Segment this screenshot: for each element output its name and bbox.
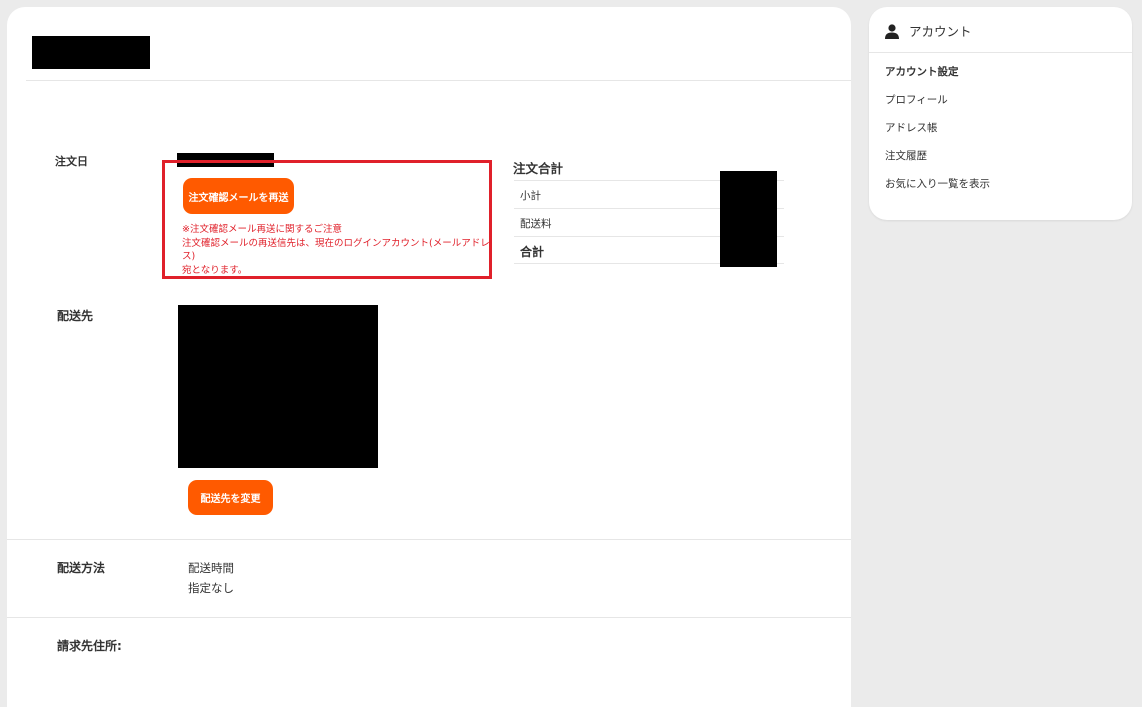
account-sidebar: アカウント アカウント設定 プロフィール アドレス帳 注文履歴 お気に入り一覧を… xyxy=(869,7,1132,220)
order-detail-card: 注文日 注文合計 小計 配送料 合計 配送先 配送先を変更 配送方法 配送時間 … xyxy=(7,7,851,707)
account-settings-heading: アカウント設定 xyxy=(885,66,959,78)
sidebar-item-order-history[interactable]: 注文履歴 xyxy=(885,148,927,163)
subtotal-label: 小計 xyxy=(520,190,541,202)
section-divider-1 xyxy=(7,539,851,540)
section-divider-2 xyxy=(7,617,851,618)
sidebar-item-profile[interactable]: プロフィール xyxy=(885,92,948,107)
user-icon xyxy=(885,24,899,39)
notice-line-2: 注文確認メールの再送信先は、現在のログインアカウント(メールアドレス) xyxy=(182,237,490,263)
account-sidebar-header: アカウント xyxy=(869,7,1132,53)
shipping-fee-label: 配送料 xyxy=(520,218,552,230)
page-title-redacted xyxy=(32,36,150,69)
sidebar-item-address-book[interactable]: アドレス帳 xyxy=(885,120,938,135)
delivery-time-label: 配送時間 xyxy=(188,561,234,575)
notice-line-3: 宛となります。 xyxy=(182,264,248,276)
summary-values-redacted xyxy=(720,171,777,267)
order-total-title: 注文合計 xyxy=(513,161,564,176)
resend-notice: ※注文確認メール再送に関するご注意 注文確認メールの再送信先は、現在のログインア… xyxy=(182,223,490,277)
shipping-address-label: 配送先 xyxy=(57,309,94,323)
billing-address-label: 請求先住所: xyxy=(57,639,122,653)
total-label: 合計 xyxy=(520,245,545,259)
title-divider xyxy=(26,80,851,81)
delivery-method-label: 配送方法 xyxy=(57,561,106,575)
order-date-label: 注文日 xyxy=(55,155,88,168)
notice-line-1: ※注文確認メール再送に関するご注意 xyxy=(182,224,342,235)
sidebar-item-favorites[interactable]: お気に入り一覧を表示 xyxy=(885,176,990,191)
resend-confirmation-email-button[interactable]: 注文確認メールを再送 xyxy=(183,178,294,214)
shipping-address-redacted xyxy=(178,305,378,468)
account-sidebar-title: アカウント xyxy=(909,24,972,39)
change-address-button[interactable]: 配送先を変更 xyxy=(188,480,273,515)
delivery-time-value: 指定なし xyxy=(188,581,234,595)
